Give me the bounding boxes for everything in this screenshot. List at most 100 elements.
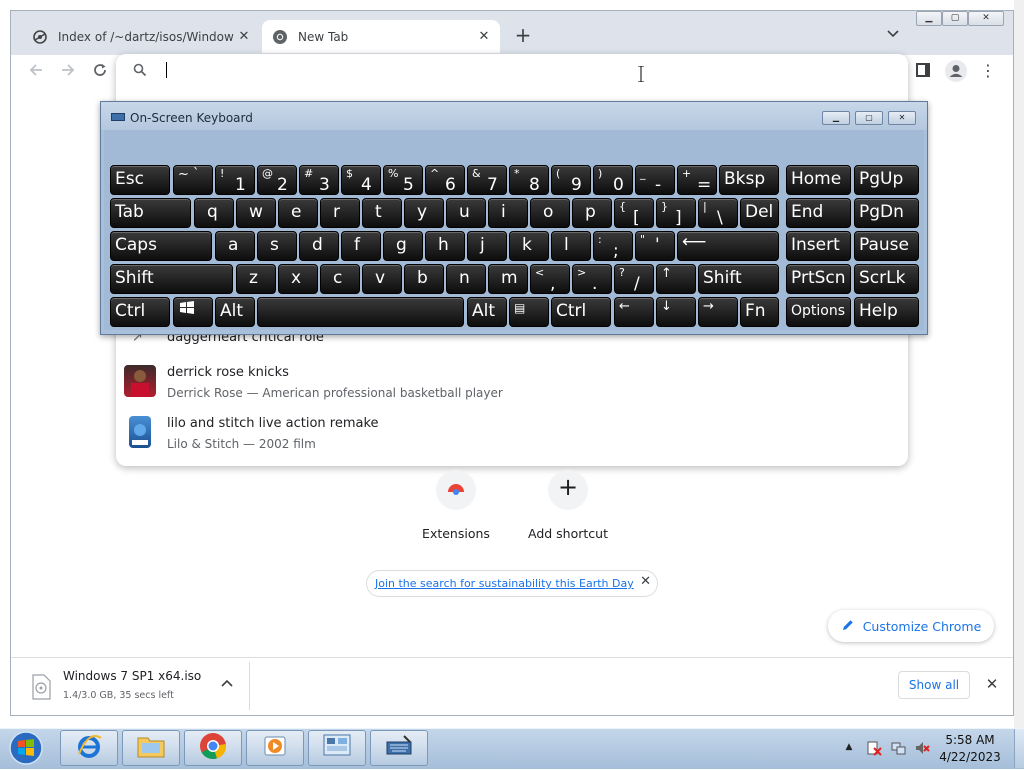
key-period[interactable]: >. (572, 264, 612, 294)
key-pgdn[interactable]: PgDn (854, 198, 919, 228)
key-caps[interactable]: Caps (110, 231, 212, 261)
volume-muted-icon[interactable] (914, 740, 930, 756)
key-v[interactable]: v (362, 264, 402, 294)
back-icon[interactable] (25, 62, 47, 82)
extensions-shortcut[interactable] (436, 470, 476, 510)
key-end[interactable]: End (786, 198, 851, 228)
key-d[interactable]: d (299, 231, 339, 261)
key-i[interactable]: i (488, 198, 528, 228)
key-0[interactable]: ) 0 (593, 165, 633, 195)
key-backspace[interactable]: Bksp (719, 165, 779, 195)
key-x[interactable]: x (278, 264, 318, 294)
key-del[interactable]: Del (740, 198, 779, 228)
add-shortcut-button[interactable]: + (548, 470, 588, 510)
key-s[interactable]: s (257, 231, 297, 261)
key-home[interactable]: Home (786, 165, 851, 195)
key-tilde[interactable]: ~ ` (173, 165, 213, 195)
key-9[interactable]: (9 (551, 165, 591, 195)
close-window-button[interactable]: ✕ (968, 11, 1004, 26)
key-f[interactable]: f (341, 231, 381, 261)
key-scrlk[interactable]: ScrLk (854, 264, 919, 294)
key-b[interactable]: b (404, 264, 444, 294)
key-space[interactable] (257, 297, 464, 327)
key-enter[interactable]: ⟵ (677, 231, 779, 261)
close-tab-icon[interactable]: ✕ (474, 29, 494, 44)
maximize-button[interactable]: ▢ (942, 11, 968, 26)
key-n[interactable]: n (446, 264, 486, 294)
key-7[interactable]: & 7 (467, 165, 507, 195)
key-prtscn[interactable]: PrtScn (786, 264, 851, 294)
taskbar-control-panel[interactable] (308, 730, 366, 766)
key-semicolon[interactable]: :; (593, 231, 633, 261)
osk-minimize-button[interactable]: ▁ (822, 111, 850, 125)
key-e[interactable]: e (278, 198, 318, 228)
minimize-button[interactable]: ▁ (916, 11, 942, 26)
key-z[interactable]: z (236, 264, 276, 294)
chevron-up-icon[interactable] (218, 677, 236, 691)
key-options[interactable]: Options (786, 297, 851, 327)
key-arrow-down[interactable]: ↓ (656, 297, 696, 327)
key-pause[interactable]: Pause (854, 231, 919, 261)
key-a[interactable]: a (215, 231, 255, 261)
key-comma[interactable]: <, (530, 264, 570, 294)
key-u[interactable]: u (446, 198, 486, 228)
promo-link[interactable]: Join the search for sustainability this … (375, 577, 634, 590)
key-l[interactable]: l (551, 231, 591, 261)
key-pgup[interactable]: PgUp (854, 165, 919, 195)
key-q[interactable]: q (194, 198, 234, 228)
key-alt-right[interactable]: Alt (467, 297, 507, 327)
start-button[interactable] (4, 730, 48, 766)
chrome-menu-icon[interactable]: ⋮ (980, 60, 996, 82)
key-alt-left[interactable]: Alt (215, 297, 255, 327)
key-backslash[interactable]: | \ (698, 198, 738, 228)
key-fn[interactable]: Fn (740, 297, 779, 327)
key-close-bracket[interactable]: }] (656, 198, 696, 228)
key-ctrl-right[interactable]: Ctrl (551, 297, 611, 327)
key-m[interactable]: m (488, 264, 528, 294)
key-minus[interactable]: _ - (635, 165, 675, 195)
key-tab[interactable]: Tab (110, 198, 191, 228)
key-8[interactable]: * 8 (509, 165, 549, 195)
key-r[interactable]: r (320, 198, 360, 228)
key-w[interactable]: w (236, 198, 276, 228)
forward-icon[interactable] (57, 62, 79, 82)
customize-chrome-button[interactable]: Customize Chrome (828, 610, 994, 642)
key-quote[interactable]: " ' (635, 231, 675, 261)
reload-icon[interactable] (89, 62, 111, 82)
key-esc[interactable]: Esc (110, 165, 170, 195)
key-3[interactable]: #3 (299, 165, 339, 195)
network-icon[interactable] (891, 740, 907, 756)
key-shift-right[interactable]: Shift (698, 264, 779, 294)
close-tab-icon[interactable]: ✕ (234, 29, 254, 44)
osk-close-button[interactable]: ✕ (888, 111, 916, 125)
key-p[interactable]: p (572, 198, 612, 228)
clock-date[interactable]: 4/22/2023 (930, 750, 1010, 764)
show-hidden-icons-icon[interactable]: ▲ (842, 742, 856, 752)
key-h[interactable]: h (425, 231, 465, 261)
key-k[interactable]: k (509, 231, 549, 261)
key-equals[interactable]: + = (677, 165, 717, 195)
clock-time[interactable]: 5:58 AM (930, 733, 1010, 747)
show-desktop-button[interactable] (1014, 729, 1024, 768)
key-2[interactable]: @2 (257, 165, 297, 195)
key-g[interactable]: g (383, 231, 423, 261)
suggestion-item[interactable]: derrick rose knicks Derrick Rose — Ameri… (124, 365, 884, 401)
taskbar-chrome[interactable] (184, 730, 242, 766)
tab-search-chevron-icon[interactable] (884, 26, 902, 44)
key-1[interactable]: ! 1 (215, 165, 255, 195)
key-shift-left[interactable]: Shift (110, 264, 233, 294)
taskbar-media-player[interactable] (246, 730, 304, 766)
action-center-icon[interactable] (866, 740, 882, 756)
key-t[interactable]: t (362, 198, 402, 228)
key-help[interactable]: Help (854, 297, 919, 327)
key-o[interactable]: o (530, 198, 570, 228)
key-y[interactable]: y (404, 198, 444, 228)
tab-index-of-isos[interactable]: Index of /~dartz/isos/Windows/ ✕ (22, 20, 260, 53)
key-c[interactable]: c (320, 264, 360, 294)
key-slash[interactable]: ? / (614, 264, 654, 294)
osk-maximize-button[interactable]: ▢ (855, 111, 883, 125)
key-6[interactable]: ^ 6 (425, 165, 465, 195)
download-filename[interactable]: Windows 7 SP1 x64.iso (63, 669, 201, 683)
omnibox-input[interactable] (166, 62, 167, 78)
taskbar-on-screen-keyboard[interactable] (370, 730, 428, 766)
